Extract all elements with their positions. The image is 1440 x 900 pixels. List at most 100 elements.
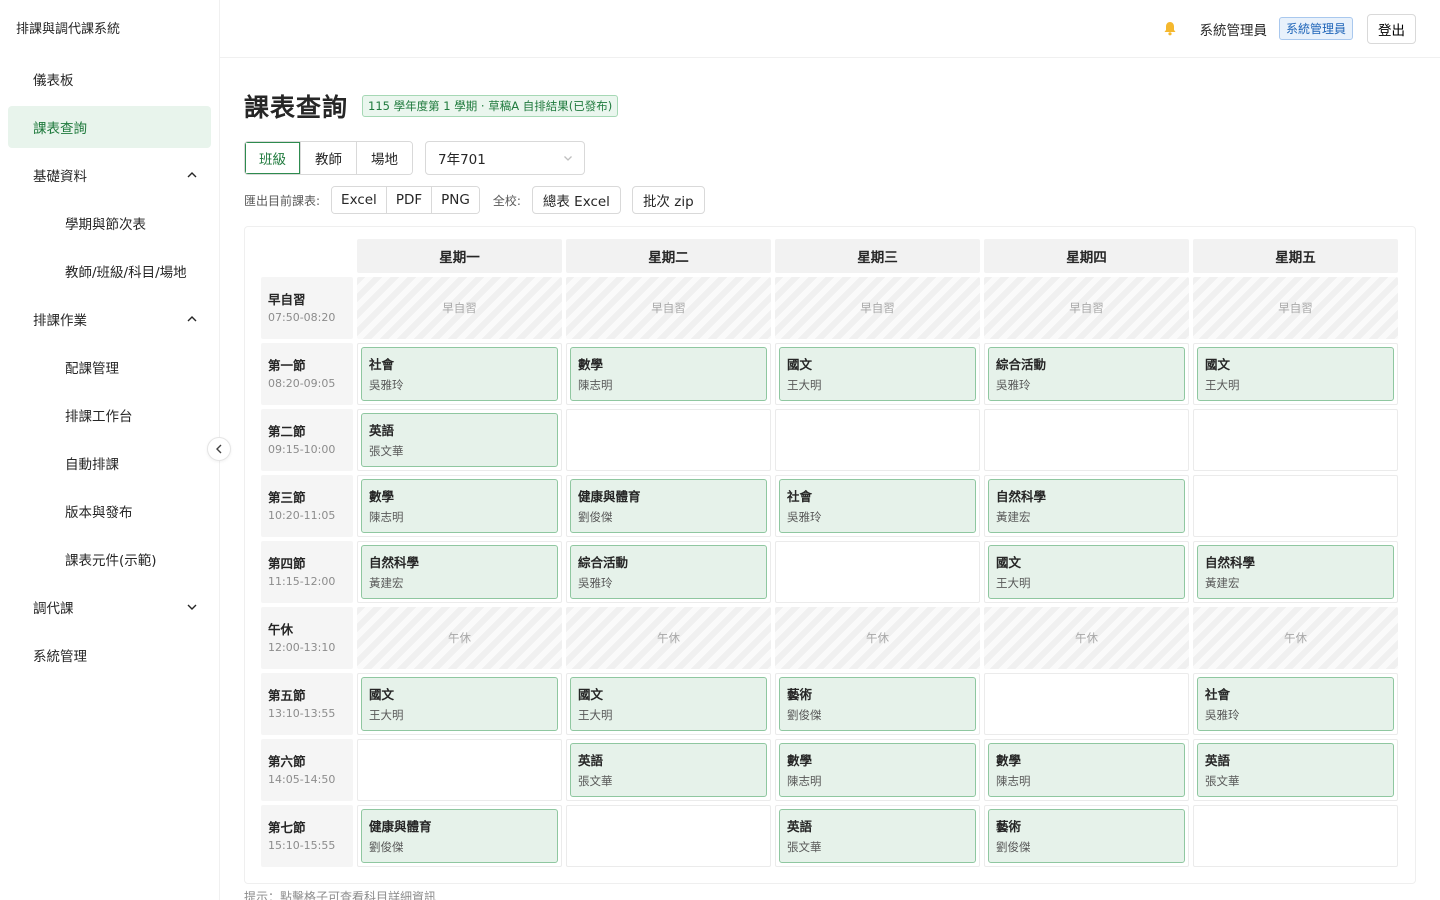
tab-teacher[interactable]: 教師: [301, 142, 357, 174]
lesson-card[interactable]: 數學 陳志明: [570, 347, 767, 401]
timetable-cell[interactable]: 英語 張文華: [1193, 739, 1398, 801]
sidebar-item-auto-schedule[interactable]: 自動排課: [8, 442, 211, 484]
lesson-card[interactable]: 國文 王大明: [779, 347, 976, 401]
lesson-card[interactable]: 社會 吳雅玲: [779, 479, 976, 533]
main-content: 系統管理員 系統管理員 登出 課表查詢 115 學年度第 1 學期 · 草稿A …: [220, 0, 1440, 900]
lesson-teacher: 劉俊傑: [578, 510, 613, 524]
tab-venue[interactable]: 場地: [357, 142, 412, 174]
timetable-cell[interactable]: 數學 陳志明: [775, 739, 980, 801]
lesson-card[interactable]: 數學 陳志明: [361, 479, 558, 533]
lesson-card[interactable]: 國文 王大明: [361, 677, 558, 731]
timetable-cell[interactable]: 自然科學 黃建宏: [357, 541, 562, 603]
timetable-cell[interactable]: 藝術 劉俊傑: [984, 805, 1189, 867]
lesson-card[interactable]: 自然科學 黃建宏: [361, 545, 558, 599]
timetable-cell[interactable]: [1193, 475, 1398, 537]
logout-button[interactable]: 登出: [1367, 13, 1416, 44]
timetable-cell[interactable]: 健康與體育 劉俊傑: [357, 805, 562, 867]
lesson-card[interactable]: 國文 王大明: [988, 545, 1185, 599]
timetable-cell[interactable]: 國文 王大明: [566, 673, 771, 735]
timetable-cell[interactable]: 自然科學 黃建宏: [984, 475, 1189, 537]
timetable-cell[interactable]: 社會 吳雅玲: [1193, 673, 1398, 735]
lesson-teacher: 劉俊傑: [369, 840, 404, 854]
class-select[interactable]: 7年701: [425, 141, 585, 175]
sidebar-item-demo-components[interactable]: 課表元件(示範): [8, 538, 211, 580]
timetable-cell[interactable]: 英語 張文華: [566, 739, 771, 801]
lesson-card[interactable]: 自然科學 黃建宏: [988, 479, 1185, 533]
sidebar-item-label: 調代課: [33, 601, 74, 617]
timetable-cell[interactable]: 社會 吳雅玲: [357, 343, 562, 405]
timetable-cell[interactable]: 數學 陳志明: [984, 739, 1189, 801]
sidebar-item-teachers-classes[interactable]: 教師/班級/科目/場地: [8, 250, 211, 292]
sidebar-item-scheduling[interactable]: 排課作業: [8, 298, 211, 340]
lesson-card[interactable]: 英語 張文華: [779, 809, 976, 863]
lesson-card[interactable]: 英語 張文華: [1197, 743, 1394, 797]
timetable-cell[interactable]: 社會 吳雅玲: [775, 475, 980, 537]
timetable-cell[interactable]: [566, 409, 771, 471]
page-body: 課表查詢 115 學年度第 1 學期 · 草稿A 自排結果(已發布) 班級 教師…: [220, 58, 1440, 884]
lesson-card[interactable]: 國文 王大明: [1197, 347, 1394, 401]
lesson-card[interactable]: 藝術 劉俊傑: [988, 809, 1185, 863]
timetable-cell[interactable]: [775, 541, 980, 603]
timetable-cell[interactable]: [566, 805, 771, 867]
lesson-teacher: 陳志明: [369, 510, 404, 524]
school-excel-button[interactable]: 總表 Excel: [531, 186, 621, 214]
timetable-cell[interactable]: 數學 陳志明: [566, 343, 771, 405]
lesson-card[interactable]: 綜合活動 吳雅玲: [988, 347, 1185, 401]
sidebar-item-basic-data[interactable]: 基礎資料: [8, 154, 211, 196]
timetable-cell[interactable]: 藝術 劉俊傑: [775, 673, 980, 735]
lesson-card[interactable]: 健康與體育 劉俊傑: [570, 479, 767, 533]
sidebar-item-label: 排課工作台: [65, 409, 133, 425]
lesson-subject: 健康與體育: [578, 489, 641, 504]
timetable-cell[interactable]: 英語 張文華: [357, 409, 562, 471]
tab-class[interactable]: 班級: [245, 142, 301, 174]
lesson-card[interactable]: 社會 吳雅玲: [1197, 677, 1394, 731]
sidebar-item-label: 系統管理: [33, 649, 87, 665]
role-badge: 系統管理員: [1278, 17, 1353, 40]
timetable-cell[interactable]: 國文 王大明: [984, 541, 1189, 603]
timetable-cell[interactable]: 自然科學 黃建宏: [1193, 541, 1398, 603]
lesson-subject: 社會: [787, 489, 813, 504]
timetable-cell[interactable]: [357, 739, 562, 801]
export-png-button[interactable]: PNG: [432, 187, 479, 213]
sidebar-item-course-assignment[interactable]: 配課管理: [8, 346, 211, 388]
lesson-teacher: 吳雅玲: [369, 378, 404, 392]
lesson-card[interactable]: 綜合活動 吳雅玲: [570, 545, 767, 599]
export-pdf-button[interactable]: PDF: [386, 187, 433, 213]
timetable-cell[interactable]: 健康與體育 劉俊傑: [566, 475, 771, 537]
timetable-cell[interactable]: 數學 陳志明: [357, 475, 562, 537]
day-header: 星期三: [775, 239, 980, 273]
sidebar-item-dashboard[interactable]: 儀表板: [8, 58, 211, 100]
timetable-cell[interactable]: 英語 張文華: [775, 805, 980, 867]
timetable-cell[interactable]: 國文 王大明: [775, 343, 980, 405]
period-name: 第五節: [268, 688, 306, 703]
lesson-card[interactable]: 英語 張文華: [361, 413, 558, 467]
timetable-cell[interactable]: [1193, 409, 1398, 471]
batch-zip-button[interactable]: 批次 zip: [631, 186, 705, 214]
timetable-cell[interactable]: 國文 王大明: [357, 673, 562, 735]
lesson-card[interactable]: 數學 陳志明: [988, 743, 1185, 797]
timetable-cell[interactable]: 國文 王大明: [1193, 343, 1398, 405]
lesson-card[interactable]: 健康與體育 劉俊傑: [361, 809, 558, 863]
lesson-card[interactable]: 英語 張文華: [570, 743, 767, 797]
timetable-cell[interactable]: 綜合活動 吳雅玲: [984, 343, 1189, 405]
sidebar-item-substitution[interactable]: 調代課: [8, 586, 211, 628]
sidebar-item-label: 學期與節次表: [65, 217, 146, 233]
timetable-cell[interactable]: 綜合活動 吳雅玲: [566, 541, 771, 603]
lesson-card[interactable]: 自然科學 黃建宏: [1197, 545, 1394, 599]
lesson-subject: 社會: [369, 357, 395, 372]
lesson-card[interactable]: 社會 吳雅玲: [361, 347, 558, 401]
timetable-cell[interactable]: [1193, 805, 1398, 867]
sidebar-item-system-admin[interactable]: 系統管理: [8, 634, 211, 676]
sidebar-item-workbench[interactable]: 排課工作台: [8, 394, 211, 436]
sidebar-item-terms-periods[interactable]: 學期與節次表: [8, 202, 211, 244]
sidebar-item-versions[interactable]: 版本與發布: [8, 490, 211, 532]
bell-icon[interactable]: [1163, 21, 1179, 37]
timetable-cell[interactable]: [775, 409, 980, 471]
timetable-cell[interactable]: [984, 673, 1189, 735]
lesson-card[interactable]: 藝術 劉俊傑: [779, 677, 976, 731]
lesson-card[interactable]: 國文 王大明: [570, 677, 767, 731]
timetable-cell[interactable]: [984, 409, 1189, 471]
lesson-card[interactable]: 數學 陳志明: [779, 743, 976, 797]
sidebar-item-timetable-query[interactable]: 課表查詢: [8, 106, 211, 148]
export-excel-button[interactable]: Excel: [332, 187, 387, 213]
